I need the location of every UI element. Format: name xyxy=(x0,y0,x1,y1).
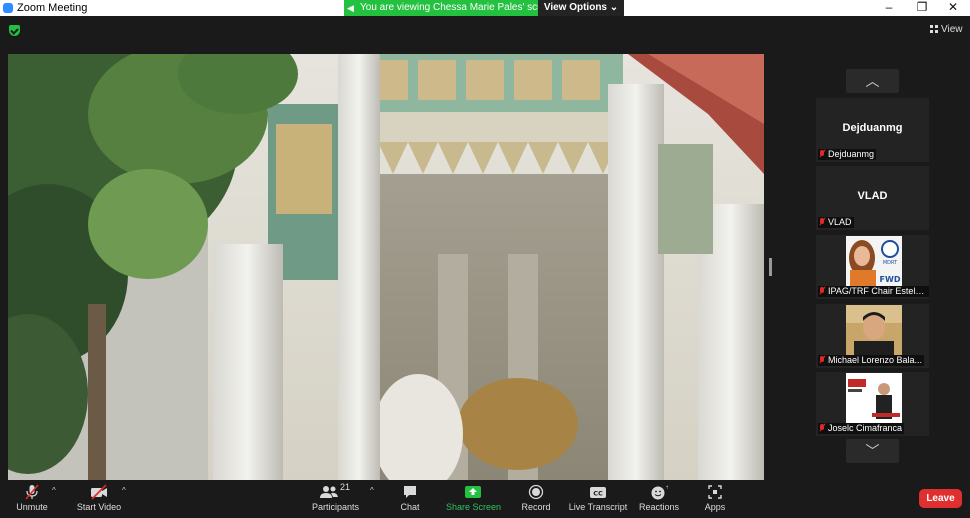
share-screen-icon xyxy=(446,484,500,500)
participant-name-label: Michael Lorenzo Bala... xyxy=(818,355,925,366)
participant-tile[interactable]: Michael Lorenzo Bala... xyxy=(816,304,929,368)
apps-label: Apps xyxy=(704,502,726,512)
share-screen-button[interactable]: Share Screen xyxy=(446,484,502,512)
close-button[interactable]: ✕ xyxy=(936,0,970,16)
muted-mic-icon xyxy=(819,218,825,226)
record-button[interactable]: Record xyxy=(520,484,552,512)
closed-caption-icon: CC xyxy=(568,484,628,500)
reaction-smiley-icon: + xyxy=(639,484,679,500)
record-icon xyxy=(520,484,552,500)
grid-view-icon xyxy=(930,25,938,33)
participant-video: MDRT FWD xyxy=(846,236,902,286)
muted-microphone-icon xyxy=(14,484,50,500)
participant-tile[interactable]: Joselc Cimafranca xyxy=(816,372,929,436)
participant-name-label: Joselc Cimafranca xyxy=(818,423,905,434)
title-bar: Zoom Meeting ◀ You are viewing Chessa Ma… xyxy=(0,0,970,16)
view-button[interactable]: View xyxy=(930,24,963,35)
window-title: Zoom Meeting xyxy=(17,2,88,14)
muted-mic-icon xyxy=(819,287,825,295)
participant-name-text: VLAD xyxy=(828,217,852,227)
start-video-button[interactable]: Start Video xyxy=(76,484,122,512)
participant-video xyxy=(846,305,902,355)
participant-tile[interactable]: MDRT FWD IPAG/TRF Chair Estela... xyxy=(816,235,929,299)
participants-button[interactable]: 21 Participants xyxy=(312,482,360,512)
audio-options-caret[interactable]: ^ xyxy=(52,486,56,495)
participants-options-caret[interactable]: ^ xyxy=(370,486,374,495)
video-options-caret[interactable]: ^ xyxy=(122,486,126,495)
participant-video xyxy=(846,373,902,423)
screen-share-banner: ◀ You are viewing Chessa Marie Pales' sc… xyxy=(344,0,557,16)
speaker-icon: ◀ xyxy=(347,3,354,13)
security-shield-icon[interactable] xyxy=(9,25,20,36)
screen-share-banner-text: You are viewing Chessa Marie Pales' scre… xyxy=(360,2,558,13)
participant-photo xyxy=(846,373,902,423)
participant-tile[interactable]: Dejduanmg Dejduanmg xyxy=(816,98,929,162)
meeting-toolbar: Unmute ^ Start Video ^ 21 Participants ^ xyxy=(0,480,970,518)
chat-button[interactable]: Chat xyxy=(396,484,424,512)
unmute-button[interactable]: Unmute xyxy=(14,484,50,512)
reactions-button[interactable]: + Reactions xyxy=(639,484,679,512)
minimize-button[interactable]: – xyxy=(872,0,906,16)
unmute-label: Unmute xyxy=(16,502,48,512)
participants-icon: 21 xyxy=(319,482,351,500)
zoom-app-icon xyxy=(3,3,13,13)
view-options-button[interactable]: View Options ⌄ xyxy=(538,0,624,16)
svg-text:CC: CC xyxy=(593,490,603,498)
participant-name-text: Dejduanmg xyxy=(828,149,875,159)
start-video-label: Start Video xyxy=(76,502,122,512)
live-transcript-label: Live Transcript xyxy=(568,502,628,512)
apps-button[interactable]: Apps xyxy=(702,484,728,512)
live-transcript-button[interactable]: CC Live Transcript xyxy=(568,484,628,512)
panel-resize-handle[interactable] xyxy=(769,258,772,276)
participant-display-name: VLAD xyxy=(857,190,888,202)
reactions-label: Reactions xyxy=(639,502,680,512)
muted-mic-icon xyxy=(819,424,825,432)
leave-button[interactable]: Leave xyxy=(919,489,962,508)
participant-name-label: VLAD xyxy=(818,217,854,228)
video-off-icon xyxy=(76,484,122,500)
participant-name-text: Joselc Cimafranca xyxy=(828,423,903,433)
temple-scene-image xyxy=(8,54,764,480)
view-button-label: View xyxy=(941,24,963,35)
fwd-logo-text: FWD xyxy=(880,275,901,284)
participant-photo xyxy=(846,305,902,355)
maximize-button[interactable]: ❐ xyxy=(905,0,939,16)
mdrt-logo-text: MDRT xyxy=(883,260,898,266)
participants-label: Participants xyxy=(312,502,360,512)
chevron-down-icon: ﹀ xyxy=(865,443,880,459)
participant-tile[interactable]: VLAD VLAD xyxy=(816,166,929,230)
record-label: Record xyxy=(521,502,551,512)
gallery-scroll-up-button[interactable]: ︿ xyxy=(846,69,899,93)
participant-name-label: Dejduanmg xyxy=(818,149,877,160)
participant-name-text: IPAG/TRF Chair Estela... xyxy=(828,286,928,296)
participant-name-label: IPAG/TRF Chair Estela... xyxy=(818,286,929,297)
participants-count: 21 xyxy=(340,482,351,492)
participant-name-text: Michael Lorenzo Bala... xyxy=(828,355,923,365)
svg-text:+: + xyxy=(666,484,669,491)
muted-mic-icon xyxy=(819,356,825,364)
gallery-scroll-down-button[interactable]: ﹀ xyxy=(846,439,899,463)
participant-photo: MDRT FWD xyxy=(846,236,902,286)
chat-icon xyxy=(396,484,424,500)
chat-label: Chat xyxy=(400,502,420,512)
shared-screen-video xyxy=(8,54,764,480)
chevron-up-icon: ︿ xyxy=(865,73,880,89)
share-screen-label: Share Screen xyxy=(446,502,502,512)
apps-icon xyxy=(702,484,728,500)
participant-display-name: Dejduanmg xyxy=(842,122,903,134)
muted-mic-icon xyxy=(819,150,825,158)
